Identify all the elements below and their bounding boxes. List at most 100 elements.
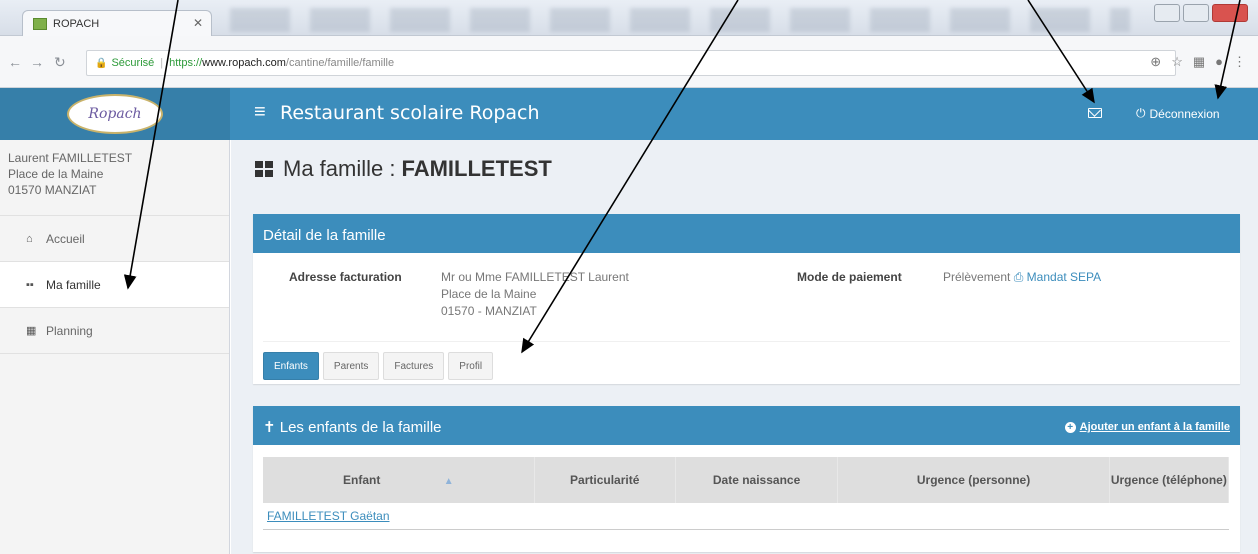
back-arrow-icon[interactable]: ←: [8, 54, 22, 70]
family-detail-box: Détail de la famille Adresse facturation…: [253, 214, 1240, 384]
page-title-family: FAMILLETEST: [401, 156, 552, 181]
tab-parents[interactable]: Parents: [322, 352, 380, 380]
reload-icon[interactable]: ↻: [54, 54, 66, 71]
child-icon: ✝: [263, 419, 276, 436]
blurred-background-tabs: [230, 8, 1130, 32]
children-header: ✝ Les enfants de la famille + Ajouter un…: [253, 409, 1240, 445]
children-title-wrap: ✝ Les enfants de la famille: [263, 418, 442, 436]
sort-asc-icon[interactable]: ▲: [444, 476, 454, 487]
minimize-button[interactable]: [1154, 4, 1180, 22]
extension-icon[interactable]: ▦: [1193, 54, 1205, 70]
sidebar-item-accueil[interactable]: ⌂ Accueil: [0, 216, 229, 262]
window-close-button[interactable]: [1212, 4, 1248, 22]
tab-profil[interactable]: Profil: [448, 352, 494, 380]
url-host: www.ropach.com: [202, 57, 286, 69]
grid-icon: ▪▪: [26, 278, 34, 291]
table-cell: [534, 503, 676, 530]
column-header-date-naissance[interactable]: Date naissance: [675, 457, 839, 503]
billing-line-2: Place de la Maine: [441, 287, 537, 301]
children-table: Enfant ▲ Particularité Date naissance Ur…: [263, 457, 1230, 530]
bookmark-star-icon[interactable]: ☆: [1171, 54, 1183, 70]
family-detail-header: Détail de la famille: [253, 217, 1240, 253]
table-header-row: Enfant ▲ Particularité Date naissance Ur…: [263, 457, 1230, 503]
billing-address-label: Adresse facturation: [289, 270, 402, 284]
add-child-label: Ajouter un enfant à la famille: [1079, 421, 1230, 433]
column-header-urgence-telephone[interactable]: Urgence (téléphone): [1109, 457, 1230, 503]
sidebar-item-label: Ma famille: [46, 277, 101, 292]
plus-circle-icon: +: [1064, 421, 1076, 433]
table-cell: [837, 503, 1110, 530]
sidebar-item-label: Accueil: [46, 231, 85, 246]
user-name: Laurent FAMILLETEST: [8, 151, 133, 165]
tab-enfants[interactable]: Enfants: [263, 352, 319, 380]
sidebar-item-ma-famille[interactable]: ▪▪ Ma famille: [0, 262, 229, 308]
billing-line-1: Mr ou Mme FAMILLETEST Laurent: [441, 270, 629, 284]
app-header: Ropach ≡ Restaurant scolaire Ropach ⏻ Dé…: [0, 88, 1258, 140]
payment-mode-value-wrap: Prélèvement ⎙ Mandat SEPA: [943, 269, 1101, 286]
column-header-particularite[interactable]: Particularité: [534, 457, 676, 503]
logo-area: Ropach: [0, 88, 230, 140]
sidebar-item-planning[interactable]: ▦ Planning: [0, 308, 229, 354]
child-name-link[interactable]: FAMILLETEST Gaëtan: [267, 509, 390, 523]
url-protocol: https://: [169, 57, 203, 69]
restore-button[interactable]: [1183, 4, 1209, 22]
payment-mode-label-wrap: Mode de paiement: [797, 269, 902, 286]
user-city: 01570 MANZIAT: [8, 183, 97, 197]
browser-tab-bar: ROPACH ✕: [0, 0, 1258, 36]
payment-mode-label: Mode de paiement: [797, 270, 902, 284]
column-header-urgence-personne[interactable]: Urgence (personne): [837, 457, 1110, 503]
hamburger-menu-icon[interactable]: ≡: [254, 102, 266, 122]
logout-label: Déconnexion: [1149, 106, 1220, 121]
user-info: Laurent FAMILLETEST Place de la Maine 01…: [0, 140, 229, 216]
browser-actions: ⊕ ☆ ▦ ● ⋮: [1150, 54, 1246, 70]
column-label: Enfant: [343, 473, 381, 487]
main-content: Ma famille : FAMILLETEST Détail de la fa…: [231, 140, 1258, 554]
billing-address-value: Mr ou Mme FAMILLETEST Laurent Place de l…: [441, 269, 629, 320]
page-title: Ma famille : FAMILLETEST: [255, 156, 552, 182]
secure-label: Sécurisé: [111, 57, 155, 69]
extension-circle-icon[interactable]: ●: [1215, 54, 1223, 70]
table-cell: [675, 503, 838, 530]
tab-factures[interactable]: Factures: [383, 352, 445, 380]
children-title: Les enfants de la famille: [279, 419, 442, 436]
payment-mode-value: Prélèvement: [943, 270, 1011, 284]
forward-arrow-icon[interactable]: →: [30, 54, 44, 70]
url-separator: |: [160, 57, 164, 69]
table-row: FAMILLETEST Gaëtan: [263, 503, 1229, 530]
lock-icon: 🔒: [95, 57, 108, 69]
ropach-logo[interactable]: Ropach: [67, 94, 163, 134]
sidebar-item-label: Planning: [46, 323, 93, 338]
favicon-icon: [33, 17, 47, 30]
tab-close-icon[interactable]: ✕: [193, 16, 203, 30]
mandate-sepa-link[interactable]: ⎙ Mandat SEPA: [1014, 270, 1101, 284]
user-address: Place de la Maine: [8, 167, 104, 181]
printer-icon: ⎙: [1013, 270, 1024, 284]
sidebar: Laurent FAMILLETEST Place de la Maine 01…: [0, 140, 230, 554]
address-bar-row: ← → ↻ 🔒 Sécurisé | https:// www.ropach.c…: [0, 36, 1258, 88]
browser-tab[interactable]: ROPACH ✕: [22, 10, 212, 36]
app-title: Restaurant scolaire Ropach: [280, 102, 540, 124]
page-title-prefix: Ma famille :: [283, 156, 396, 181]
child-name-cell: FAMILLETEST Gaëtan: [263, 503, 535, 530]
family-tabs: Enfants Parents Factures Profil: [263, 341, 1230, 380]
mandate-sepa-label: Mandat SEPA: [1026, 270, 1102, 284]
home-icon: ⌂: [26, 232, 33, 245]
browser-menu-icon[interactable]: ⋮: [1233, 54, 1246, 70]
children-box: ✝ Les enfants de la famille + Ajouter un…: [253, 406, 1240, 552]
add-child-link[interactable]: + Ajouter un enfant à la famille: [1064, 421, 1230, 433]
column-header-enfant[interactable]: Enfant ▲: [263, 457, 535, 503]
mail-icon[interactable]: [1088, 108, 1102, 118]
url-input[interactable]: 🔒 Sécurisé | https:// www.ropach.com /ca…: [86, 50, 1176, 76]
table-cell: [1109, 503, 1229, 530]
calendar-icon: ▦: [26, 325, 37, 337]
power-icon: ⏻: [1136, 106, 1146, 120]
logo-text: Ropach: [88, 106, 142, 122]
url-path: /cantine/famille/famille: [285, 57, 395, 69]
grid-icon: [255, 161, 273, 177]
billing-line-3: 01570 - MANZIAT: [441, 304, 537, 318]
logout-button[interactable]: ⏻ Déconnexion: [1136, 106, 1220, 121]
zoom-icon[interactable]: ⊕: [1150, 54, 1161, 70]
billing-address-label-wrap: Adresse facturation: [289, 269, 402, 286]
browser-tab-title: ROPACH: [53, 17, 100, 30]
window-controls: [1154, 4, 1248, 22]
